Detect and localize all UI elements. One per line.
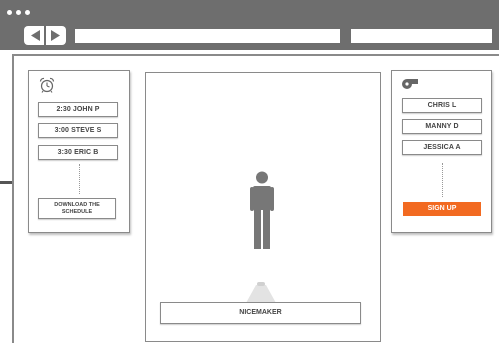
signup-panel: CHRIS L MANNY D JESSICA A SIGN UP [391,70,492,233]
nav-divider [44,26,46,45]
address-bar[interactable] [75,29,340,43]
schedule-item[interactable]: 3:30 ERIC B [38,145,118,160]
profile-panel: NICEMAKER [145,72,381,342]
edge-marker [0,181,12,184]
window-dot [7,10,12,15]
signup-list-item[interactable]: CHRIS L [402,98,482,113]
download-label-line1: DOWNLOAD THE [54,202,100,208]
schedule-item[interactable]: 3:00 STEVE S [38,123,118,138]
window-dot [25,10,30,15]
sign-up-button[interactable]: SIGN UP [403,202,481,216]
signup-list-item[interactable]: JESSICA A [402,140,482,155]
nav-buttons [24,26,66,45]
name-label-button[interactable]: NICEMAKER [160,302,361,324]
signup-list-item[interactable]: MANNY D [402,119,482,134]
list-continuation [442,163,443,197]
list-continuation [79,164,80,194]
browser-toolbar [0,0,499,50]
download-label-line2: SCHEDULE [61,209,93,215]
search-input[interactable] [351,29,492,43]
whistle-icon [401,76,419,95]
person-icon [250,171,274,256]
alarm-clock-icon [39,77,55,98]
schedule-panel: 2:30 JOHN P 3:00 STEVE S 3:30 ERIC B DOW… [28,70,130,233]
download-schedule-button[interactable]: DOWNLOAD THE SCHEDULE [38,198,116,219]
schedule-item[interactable]: 2:30 JOHN P [38,102,118,117]
window-dot [16,10,21,15]
browser-window: 2:30 JOHN P 3:00 STEVE S 3:30 ERIC B DOW… [0,0,499,343]
